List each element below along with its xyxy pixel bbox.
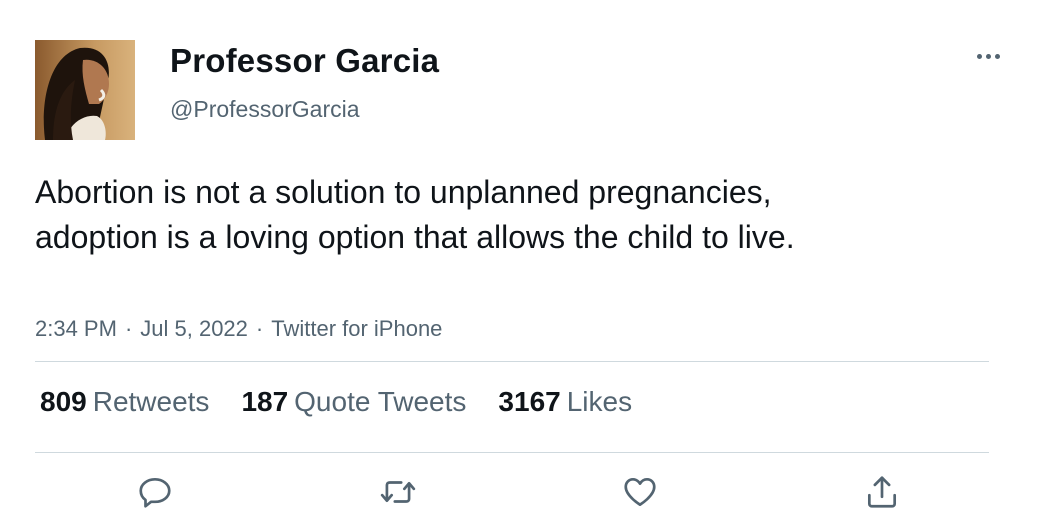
reply-button[interactable] xyxy=(135,472,175,512)
tweet-card: Professor Garcia @ProfessorGarcia Aborti… xyxy=(0,0,1050,525)
meta-separator: · xyxy=(255,316,264,341)
more-horizontal-icon xyxy=(994,53,1000,59)
tweet-text: Abortion is not a solution to unplanned … xyxy=(35,174,795,255)
quote-tweets-label: Quote Tweets xyxy=(294,386,467,417)
retweet-icon xyxy=(380,481,416,503)
tweet-stats: 809 Retweets 187 Quote Tweets 3167 Likes xyxy=(40,386,664,418)
retweets-label: Retweets xyxy=(92,386,210,417)
author-handle[interactable]: @ProfessorGarcia xyxy=(170,96,360,123)
retweets-stat[interactable]: 809 Retweets xyxy=(40,386,209,418)
tweet-meta: 2:34 PM · Jul 5, 2022 · Twitter for iPhone xyxy=(35,316,442,342)
likes-label: Likes xyxy=(566,386,633,417)
likes-count: 3167 xyxy=(498,386,561,417)
more-horizontal-icon xyxy=(976,53,982,59)
author-name[interactable]: Professor Garcia xyxy=(170,42,439,80)
tweet-date[interactable]: Jul 5, 2022 xyxy=(140,316,248,341)
like-button[interactable] xyxy=(620,472,660,512)
avatar-image xyxy=(35,40,135,140)
quote-tweets-count: 187 xyxy=(241,386,289,417)
tweet-source[interactable]: Twitter for iPhone xyxy=(271,316,442,341)
reply-icon xyxy=(139,477,171,508)
share-icon xyxy=(867,476,897,508)
retweets-count: 809 xyxy=(40,386,87,417)
tweet-time[interactable]: 2:34 PM xyxy=(35,316,117,341)
more-options-button[interactable] xyxy=(968,42,1008,70)
retweet-button[interactable] xyxy=(378,472,418,512)
avatar[interactable] xyxy=(35,40,135,140)
quote-tweets-stat[interactable]: 187 Quote Tweets xyxy=(241,386,466,418)
share-button[interactable] xyxy=(862,472,902,512)
heart-icon xyxy=(624,477,656,507)
likes-stat[interactable]: 3167 Likes xyxy=(498,386,632,418)
divider xyxy=(35,361,989,362)
divider xyxy=(35,452,989,453)
meta-separator: · xyxy=(124,316,133,341)
more-horizontal-icon xyxy=(985,53,991,59)
